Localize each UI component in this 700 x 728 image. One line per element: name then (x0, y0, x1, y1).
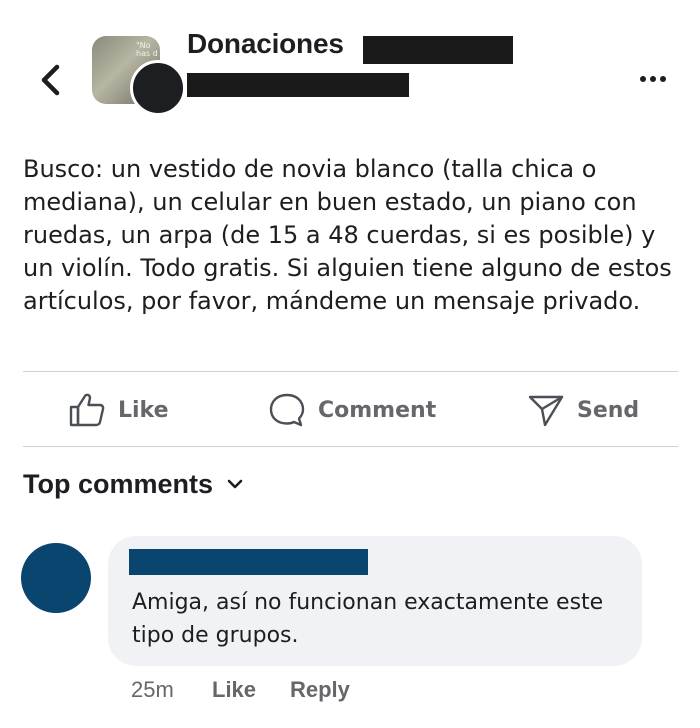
top-comments-label: Top comments (23, 468, 214, 499)
chevron-down-icon (227, 479, 243, 489)
comment-label: Comment (318, 397, 437, 423)
comment-timestamp: 25m (131, 677, 174, 702)
comment-text: Amiga, así no funcionan exactamente este… (132, 590, 604, 648)
poster-avatar[interactable] (130, 60, 186, 116)
send-button[interactable]: Send (527, 390, 639, 430)
send-label: Send (577, 397, 640, 423)
group-avatar-text: "No has d (136, 41, 158, 58)
redacted-post-meta (187, 73, 409, 97)
comment-button[interactable]: Comment (268, 390, 436, 430)
top-comments-filter[interactable]: Top comments (23, 466, 243, 502)
more-dot (660, 76, 666, 82)
back-button[interactable] (36, 62, 68, 98)
like-label: Like (118, 397, 169, 423)
more-options-button[interactable] (640, 70, 672, 90)
commenter-avatar[interactable] (21, 543, 91, 613)
chevron-left-icon (41, 64, 60, 96)
comment-reply-button[interactable]: Reply (290, 677, 350, 703)
more-dot (650, 76, 656, 82)
thumbs-up-icon (69, 393, 105, 427)
redacted-poster-name (363, 36, 513, 64)
divider (23, 371, 678, 372)
post-text: Busco: un vestido de novia blanco (talla… (23, 155, 672, 315)
comment-icon (269, 393, 305, 427)
comment-like-button[interactable]: Like (212, 677, 256, 703)
more-horizontal-icon (640, 76, 646, 82)
redacted-commenter-name[interactable] (129, 549, 368, 575)
like-button[interactable]: Like (68, 390, 169, 430)
divider (23, 446, 678, 447)
send-icon (528, 395, 564, 427)
group-name[interactable]: Donaciones (187, 28, 344, 60)
